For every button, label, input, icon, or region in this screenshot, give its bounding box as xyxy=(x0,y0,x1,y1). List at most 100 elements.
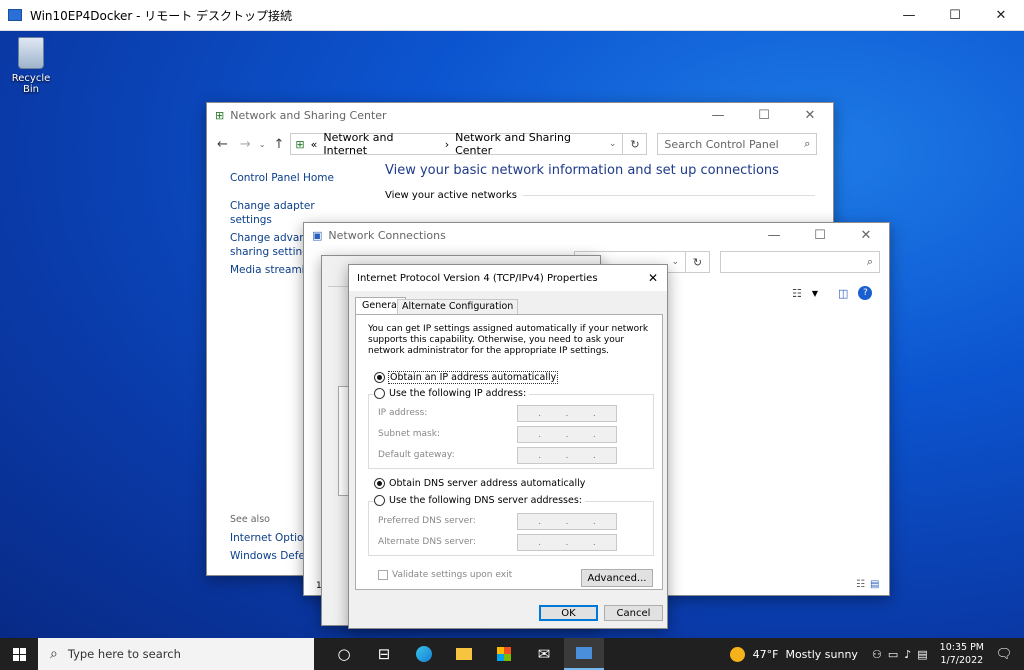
large-icons-view-icon[interactable]: ▤ xyxy=(870,579,879,590)
ipv4-titlebar: Internet Protocol Version 4 (TCP/IPv4) P… xyxy=(349,265,667,291)
edge-icon[interactable] xyxy=(404,638,444,670)
mail-icon[interactable]: ✉ xyxy=(524,638,564,670)
obtain-dns-label: Obtain DNS server address automatically xyxy=(389,478,586,489)
nsc-search-placeholder: Search Control Panel xyxy=(664,137,779,151)
help-icon[interactable]: ? xyxy=(858,286,873,300)
forward-icon[interactable]: → xyxy=(240,137,251,152)
intro-text: You can get IP settings assigned automat… xyxy=(368,324,649,356)
rdp-window-title: Win10EP4Docker - リモート デスクトップ接続 xyxy=(30,8,293,23)
netconn-search-box[interactable]: ⌕ xyxy=(720,251,880,273)
see-also-defender[interactable]: Windows Defender Firewall xyxy=(230,547,306,565)
file-explorer-icon[interactable] xyxy=(444,638,484,670)
recycle-bin-label: Recycle Bin xyxy=(11,73,51,95)
up-icon[interactable]: ↑ xyxy=(274,137,285,152)
preferred-dns-field: ... xyxy=(517,513,617,530)
change-view-icon[interactable]: ☷ xyxy=(792,287,802,300)
netconn-title: Network Connections xyxy=(328,228,446,242)
netconn-close-button[interactable]: ✕ xyxy=(843,223,889,247)
volume-icon[interactable]: ♪ xyxy=(904,648,911,661)
recent-dropdown-icon[interactable]: ⌄ xyxy=(259,140,266,149)
alternate-dns-field: ... xyxy=(517,534,617,551)
ipv4-close-button[interactable]: ✕ xyxy=(648,271,658,285)
nsc-maximize-button[interactable]: ☐ xyxy=(741,103,787,127)
nsc-titlebar: ⊞ Network and Sharing Center — ☐ ✕ xyxy=(207,103,833,127)
address-dropdown-icon[interactable]: ⌄ xyxy=(609,139,617,149)
netconn-refresh-button[interactable]: ↻ xyxy=(686,251,710,273)
breadcrumb-overflow[interactable]: « xyxy=(311,138,318,151)
cancel-button[interactable]: Cancel xyxy=(604,605,663,621)
use-ip-radio[interactable]: Use the following IP address: xyxy=(374,388,530,399)
clock[interactable]: 10:35 PM 1/7/2022 xyxy=(940,641,984,667)
notification-icon[interactable]: 🗨 xyxy=(984,638,1024,670)
nsc-address-bar[interactable]: ⊞ « Network and Internet › Network and S… xyxy=(290,131,624,157)
ok-button[interactable]: OK xyxy=(539,605,598,621)
rdp-maximize-button[interactable]: ☐ xyxy=(932,0,978,31)
recycle-bin-icon xyxy=(18,37,44,69)
ime-icon[interactable]: ▤ xyxy=(917,648,927,661)
details-view-icon[interactable]: ☷ xyxy=(856,579,865,590)
use-ip-label: Use the following IP address: xyxy=(389,388,527,399)
rdp-close-button[interactable]: ✕ xyxy=(978,0,1024,31)
start-button[interactable] xyxy=(0,638,38,670)
view-dropdown-icon[interactable]: ▼ xyxy=(812,289,818,298)
subnet-mask-field: ... xyxy=(517,426,617,443)
cortana-icon[interactable]: ○ xyxy=(324,638,364,670)
netconn-maximize-button[interactable]: ☐ xyxy=(797,223,843,247)
default-gateway-label: Default gateway: xyxy=(378,450,455,460)
active-networks-label: View your active networks xyxy=(385,190,815,201)
obtain-ip-radio-dot xyxy=(374,372,385,383)
obtain-dns-radio-dot xyxy=(374,478,385,489)
advanced-button[interactable]: Advanced... xyxy=(581,569,653,587)
use-dns-radio-dot xyxy=(374,495,385,506)
nsc-close-button[interactable]: ✕ xyxy=(787,103,833,127)
store-icon[interactable] xyxy=(484,638,524,670)
default-gateway-field: ... xyxy=(517,447,617,464)
windows-logo-icon xyxy=(12,647,26,661)
breadcrumb-network-sharing-center[interactable]: Network and Sharing Center xyxy=(455,131,609,157)
preview-pane-icon[interactable]: ◫ xyxy=(838,287,848,300)
nsc-title: Network and Sharing Center xyxy=(230,108,387,122)
nsc-minimize-button[interactable]: — xyxy=(695,103,741,127)
use-ip-radio-dot xyxy=(374,388,385,399)
netconn-refresh-icon: ↻ xyxy=(692,255,703,269)
network-connections-taskbar-icon[interactable] xyxy=(564,638,604,670)
obtain-dns-radio[interactable]: Obtain DNS server address automatically xyxy=(374,478,585,489)
breadcrumb-network-and-internet[interactable]: Network and Internet xyxy=(323,131,438,157)
taskbar-search-box[interactable]: ⌕ Type here to search xyxy=(38,638,314,670)
network-connections-icon: ▣ xyxy=(312,228,323,242)
obtain-ip-radio[interactable]: Obtain an IP address automatically xyxy=(374,371,559,384)
ipv4-dialog: Internet Protocol Version 4 (TCP/IPv4) P… xyxy=(348,264,668,629)
use-dns-label: Use the following DNS server addresses: xyxy=(389,495,582,506)
tray-icons: ⚇ ▭ ♪ ▤ xyxy=(872,648,928,661)
taskbar-search-icon: ⌕ xyxy=(50,646,58,662)
validate-label: Validate settings upon exit xyxy=(392,570,513,580)
ipv4-title: Internet Protocol Version 4 (TCP/IPv4) P… xyxy=(357,272,598,284)
netconn-minimize-button[interactable]: — xyxy=(751,223,797,247)
people-icon[interactable]: ⚇ xyxy=(872,648,882,661)
general-panel: You can get IP settings assigned automat… xyxy=(355,314,663,590)
use-dns-radio[interactable]: Use the following DNS server addresses: xyxy=(374,495,585,506)
clock-time: 10:35 PM xyxy=(939,642,984,653)
tray-network-icon[interactable]: ▭ xyxy=(888,648,898,661)
validate-checkbox[interactable]: Validate settings upon exit xyxy=(378,570,512,580)
nsc-search-box[interactable]: Search Control Panel ⌕ xyxy=(657,133,818,155)
sidebar-media-streaming[interactable]: Media streaming options xyxy=(230,263,310,277)
netconn-titlebar: ▣ Network Connections — ☐ ✕ xyxy=(304,223,889,247)
clock-date: 1/7/2022 xyxy=(940,655,984,666)
netconn-toolbar-icons: ☷ ▼ ◫ ? xyxy=(792,286,873,300)
control-panel-icon: ⊞ xyxy=(295,137,305,151)
back-icon[interactable]: ← xyxy=(217,137,228,152)
recycle-bin[interactable]: Recycle Bin xyxy=(4,37,58,95)
validate-checkbox-box xyxy=(378,570,388,580)
rdp-titlebar: Win10EP4Docker - リモート デスクトップ接続 — ☐ ✕ xyxy=(0,0,1024,31)
netconn-address-dropdown-icon[interactable]: ⌄ xyxy=(671,257,679,267)
task-view-icon[interactable]: ⊟ xyxy=(364,638,404,670)
refresh-button[interactable]: ↻ xyxy=(623,133,648,155)
rdp-minimize-button[interactable]: — xyxy=(886,0,932,31)
tab-alternate-configuration[interactable]: Alternate Configuration xyxy=(397,299,519,314)
search-icon: ⌕ xyxy=(804,137,811,150)
rdp-app-icon xyxy=(8,9,22,21)
subnet-mask-label: Subnet mask: xyxy=(378,429,440,439)
sidebar-control-panel-home[interactable]: Control Panel Home xyxy=(230,171,340,185)
weather-widget[interactable]: 47°F Mostly sunny xyxy=(729,646,858,662)
